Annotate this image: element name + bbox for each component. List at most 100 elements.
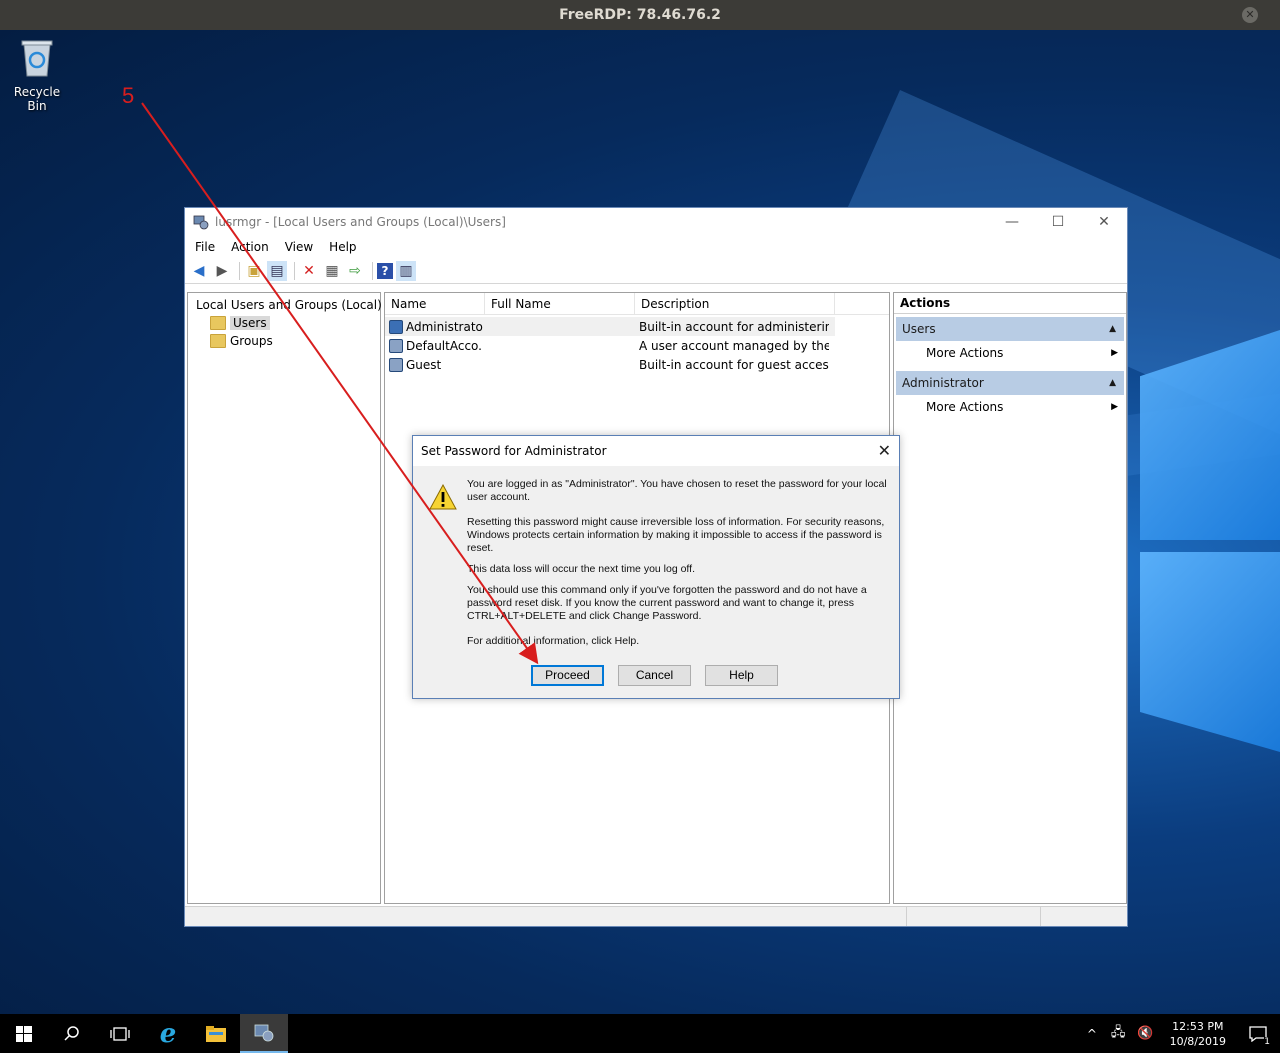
rdp-close-icon[interactable]: ✕ xyxy=(1242,7,1258,23)
more-actions-users[interactable]: More Actions ▶ xyxy=(894,341,1126,365)
help-icon[interactable]: ? xyxy=(377,262,393,279)
up-folder-icon[interactable]: ▣ xyxy=(244,261,264,281)
actions-section-administrator[interactable]: Administrator ▲ xyxy=(896,371,1124,395)
start-button[interactable] xyxy=(0,1014,48,1053)
internet-explorer-icon[interactable]: e xyxy=(144,1014,192,1053)
forward-icon[interactable]: ▶ xyxy=(212,261,232,281)
cancel-button[interactable]: Cancel xyxy=(618,665,691,686)
menu-file[interactable]: File xyxy=(187,240,223,254)
disabled-user-icon xyxy=(389,338,403,353)
annotation-step-number: 5 xyxy=(122,83,135,108)
window-titlebar: lusrmgr - [Local Users and Groups (Local… xyxy=(185,208,1127,236)
dialog-paragraph: You should use this command only if you'… xyxy=(467,584,867,622)
tree-root-label: Local Users and Groups (Local) xyxy=(196,298,382,312)
proceed-button[interactable]: Proceed xyxy=(531,665,604,686)
taskbar: e ^ 🖧 🔇 12:53 PM 10/8/2019 1 xyxy=(0,1014,1280,1053)
menu-view[interactable]: View xyxy=(277,240,321,254)
column-header-name[interactable]: Name xyxy=(385,293,485,314)
actions-pane: Actions Users ▲ More Actions ▶ Administr… xyxy=(893,292,1127,904)
toolbar: ◀ ▶ ▣ ▤ ✕ ▦ ⇨ ? ▥ xyxy=(185,258,1127,284)
action-label: More Actions xyxy=(926,346,1004,360)
network-icon[interactable]: 🖧 xyxy=(1105,1023,1132,1045)
action-label: More Actions xyxy=(926,400,1004,414)
show-hidden-icons-icon[interactable]: ^ xyxy=(1079,1027,1105,1041)
menubar: File Action View Help xyxy=(185,236,1127,258)
properties-icon[interactable]: ▦ xyxy=(322,261,342,281)
dialog-paragraph: This data loss will occur the next time … xyxy=(467,563,695,575)
clock-time: 12:53 PM xyxy=(1172,1019,1224,1033)
system-tray: ^ 🖧 🔇 12:53 PM 10/8/2019 1 xyxy=(1079,1014,1280,1053)
export-list-icon[interactable]: ⇨ xyxy=(345,261,365,281)
recycle-bin[interactable]: Recycle Bin xyxy=(4,38,70,113)
rdp-titlebar: FreeRDP: 78.46.76.2 ✕ xyxy=(0,0,1280,30)
tree-item-users[interactable]: Users xyxy=(192,314,380,332)
set-password-dialog: Set Password for Administrator ✕ You are… xyxy=(412,435,900,699)
submenu-arrow-icon: ▶ xyxy=(1111,348,1118,358)
submenu-arrow-icon: ▶ xyxy=(1111,402,1118,412)
rdp-title: FreeRDP: 78.46.76.2 xyxy=(559,7,721,23)
task-view-icon[interactable] xyxy=(96,1014,144,1053)
back-icon[interactable]: ◀ xyxy=(189,261,209,281)
lusrmgr-taskbar-icon[interactable] xyxy=(240,1014,288,1053)
dialog-titlebar: Set Password for Administrator xyxy=(413,436,899,466)
dialog-title: Set Password for Administrator xyxy=(421,444,607,458)
more-actions-administrator[interactable]: More Actions ▶ xyxy=(894,395,1126,419)
dialog-paragraph: For additional information, click Help. xyxy=(467,635,640,647)
tree-item-label: Users xyxy=(230,316,270,330)
status-bar xyxy=(185,906,1127,926)
list-row-guest[interactable]: Guest Built-in account for guest access … xyxy=(385,355,889,374)
delete-icon[interactable]: ✕ xyxy=(299,261,319,281)
minimize-button[interactable]: — xyxy=(989,212,1035,232)
recycle-bin-icon xyxy=(21,40,53,77)
user-icon xyxy=(389,319,403,334)
close-button[interactable]: ✕ xyxy=(1081,212,1127,232)
tree-item-groups[interactable]: Groups xyxy=(192,332,380,350)
dialog-close-icon[interactable]: ✕ xyxy=(878,441,891,460)
window-title: lusrmgr - [Local Users and Groups (Local… xyxy=(215,215,506,229)
list-header: Name Full Name Description xyxy=(385,293,889,315)
warning-icon xyxy=(429,484,457,510)
show-hide-action-pane-icon[interactable]: ▥ xyxy=(396,260,416,281)
column-header-description[interactable]: Description xyxy=(635,293,835,314)
section-label: Users xyxy=(902,322,936,336)
tree-item-label: Groups xyxy=(230,334,273,348)
user-name: DefaultAcco... xyxy=(406,338,483,353)
collapse-icon[interactable]: ▲ xyxy=(1109,324,1116,334)
dialog-paragraph: Resetting this password might cause irre… xyxy=(467,516,885,554)
tree-root[interactable]: Local Users and Groups (Local) xyxy=(192,296,382,314)
volume-muted-icon[interactable]: 🔇 xyxy=(1131,1026,1159,1041)
help-button[interactable]: Help xyxy=(705,665,778,686)
clock[interactable]: 12:53 PM 10/8/2019 xyxy=(1160,1019,1236,1049)
notification-count: 1 xyxy=(1264,1037,1270,1047)
windows-start-icon xyxy=(16,1025,32,1042)
file-explorer-icon[interactable] xyxy=(192,1014,240,1053)
list-row-administrator[interactable]: Administrator Built-in account for admin… xyxy=(385,317,835,336)
computer-management-icon xyxy=(193,215,209,230)
collapse-icon[interactable]: ▲ xyxy=(1109,378,1116,388)
recycle-bin-label: Recycle Bin xyxy=(13,85,61,113)
actions-title: Actions xyxy=(894,293,1126,314)
menu-action[interactable]: Action xyxy=(223,240,277,254)
actions-section-users[interactable]: Users ▲ xyxy=(896,317,1124,341)
disabled-user-icon xyxy=(389,357,403,372)
show-hide-tree-icon[interactable]: ▤ xyxy=(267,260,287,281)
dialog-paragraph: You are logged in as "Administrator". Yo… xyxy=(467,478,887,503)
windows-logo-pane xyxy=(1140,552,1280,752)
user-name: Administrator xyxy=(406,319,483,334)
user-description: A user account managed by the s... xyxy=(639,338,829,353)
menu-help[interactable]: Help xyxy=(321,240,364,254)
column-header-full-name[interactable]: Full Name xyxy=(485,293,635,314)
list-row-defaultaccount[interactable]: DefaultAcco... A user account managed by… xyxy=(385,336,889,355)
maximize-button[interactable]: ☐ xyxy=(1035,212,1081,232)
dialog-message: You are logged in as "Administrator". Yo… xyxy=(467,478,891,660)
clock-date: 10/8/2019 xyxy=(1169,1034,1226,1048)
folder-icon xyxy=(210,334,226,348)
user-description: Built-in account for administering... xyxy=(639,319,829,334)
section-label: Administrator xyxy=(902,376,984,390)
user-description: Built-in account for guest access t... xyxy=(639,357,829,372)
user-name: Guest xyxy=(406,357,442,372)
search-icon[interactable] xyxy=(48,1014,96,1053)
folder-icon xyxy=(210,316,226,330)
tree-pane: Local Users and Groups (Local) Users Gro… xyxy=(187,292,382,904)
notifications-icon[interactable]: 1 xyxy=(1236,1014,1280,1053)
